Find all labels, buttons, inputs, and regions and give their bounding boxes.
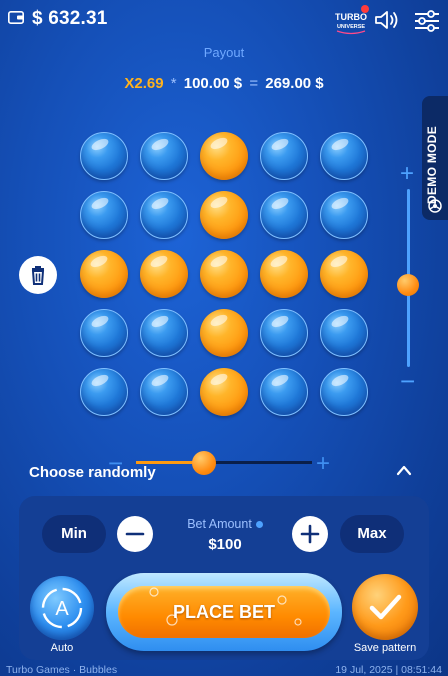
bubble-highlight <box>208 194 230 211</box>
orange-bubble[interactable] <box>140 250 188 298</box>
wallet-icon <box>8 11 24 24</box>
blue-bubble[interactable] <box>320 191 368 239</box>
bubble-highlight <box>269 372 291 389</box>
info-icon[interactable] <box>255 521 263 529</box>
blue-bubble[interactable] <box>260 368 308 416</box>
balance: $ 632.31 <box>32 8 108 29</box>
chevron-up-icon[interactable] <box>396 464 412 476</box>
choose-randomly-label[interactable]: Choose randomly <box>29 464 156 481</box>
demo-mode-icon <box>428 199 442 213</box>
auto-icon: A <box>41 587 83 629</box>
rows-decrease-button[interactable]: − <box>400 366 415 397</box>
svg-text:A: A <box>55 598 69 620</box>
payout-result: 269.00 $ <box>265 75 324 92</box>
payout-formula: X2.69 * 100.00 $ = 269.00 $ <box>0 75 448 92</box>
blue-bubble[interactable] <box>320 368 368 416</box>
rows-slider-handle[interactable] <box>397 274 419 296</box>
blue-bubble[interactable] <box>320 309 368 357</box>
blue-bubble[interactable] <box>80 368 128 416</box>
blue-bubble[interactable] <box>140 191 188 239</box>
blue-bubble[interactable] <box>140 132 188 180</box>
plus-icon <box>300 524 320 544</box>
orange-bubble[interactable] <box>200 368 248 416</box>
bubble-highlight <box>329 136 351 153</box>
random-count-decrease-button[interactable]: − <box>108 448 123 479</box>
minus-icon <box>125 532 145 536</box>
bubble-highlight <box>329 372 351 389</box>
save-pattern-label: Save pattern <box>353 642 417 654</box>
bubble-highlight <box>329 195 351 212</box>
blue-bubble[interactable] <box>320 132 368 180</box>
clear-pattern-button[interactable] <box>19 256 57 294</box>
bubble-highlight <box>149 313 171 330</box>
bubble-highlight <box>88 253 110 270</box>
blue-bubble[interactable] <box>80 309 128 357</box>
bubble-highlight <box>269 136 291 153</box>
demo-mode-tab[interactable]: DEMO MODE <box>422 96 448 220</box>
random-count-slider-handle[interactable] <box>192 451 216 475</box>
orange-bubble[interactable] <box>80 250 128 298</box>
bubble-highlight <box>89 136 111 153</box>
bet-amount-value[interactable]: $100 <box>160 536 290 553</box>
increase-bet-button[interactable] <box>292 516 328 552</box>
bubble-highlight <box>328 253 350 270</box>
bubble-highlight <box>89 195 111 212</box>
bubble-highlight <box>208 371 230 388</box>
bubble-highlight <box>149 136 171 153</box>
bubble-highlight <box>208 253 230 270</box>
orange-bubble[interactable] <box>200 191 248 239</box>
payout-multiplier: X2.69 <box>124 75 164 92</box>
bubble-highlight <box>89 372 111 389</box>
bubble-grid <box>80 132 368 422</box>
bubble-highlight <box>208 135 230 152</box>
blue-bubble[interactable] <box>260 309 308 357</box>
bubble-highlight <box>268 253 290 270</box>
blue-bubble[interactable] <box>260 191 308 239</box>
blue-bubble[interactable] <box>260 132 308 180</box>
bubble-highlight <box>149 372 171 389</box>
blue-bubble[interactable] <box>80 132 128 180</box>
random-count-increase-button[interactable]: + <box>316 450 330 478</box>
svg-text:TURBO: TURBO <box>335 12 367 22</box>
bubble-highlight <box>149 195 171 212</box>
blue-bubble[interactable] <box>80 191 128 239</box>
rows-increase-button[interactable]: + <box>400 160 414 188</box>
orange-bubble[interactable] <box>260 250 308 298</box>
bet-amount-label: Bet Amount <box>187 517 252 531</box>
payout-label: Payout <box>203 45 245 60</box>
bet-amount-label-row: Bet Amount <box>160 517 290 531</box>
sound-icon[interactable] <box>374 9 402 31</box>
checkmark-icon <box>369 594 402 620</box>
footer-game-name: Turbo Games · Bubbles <box>6 664 118 676</box>
bubble-highlight <box>89 313 111 330</box>
max-bet-button[interactable]: Max <box>340 515 404 553</box>
bubble-highlight <box>208 312 230 329</box>
decrease-bet-button[interactable] <box>117 516 153 552</box>
save-pattern-button[interactable] <box>352 574 418 640</box>
orange-bubble[interactable] <box>200 132 248 180</box>
footer-timestamp: 19 Jul, 2025 | 08:51:44 <box>335 664 442 676</box>
blue-bubble[interactable] <box>140 368 188 416</box>
bubble-highlight <box>329 313 351 330</box>
auto-play-label: Auto <box>50 642 74 654</box>
orange-bubble[interactable] <box>200 250 248 298</box>
trash-icon <box>31 266 45 285</box>
payout-bet: 100.00 $ <box>183 75 243 92</box>
blue-bubble[interactable] <box>140 309 188 357</box>
orange-bubble[interactable] <box>200 309 248 357</box>
bubble-highlight <box>269 195 291 212</box>
orange-bubble[interactable] <box>320 250 368 298</box>
payout-times-sign: * <box>170 75 177 92</box>
settings-menu-icon[interactable] <box>414 10 440 32</box>
notification-dot <box>361 5 369 13</box>
min-bet-button[interactable]: Min <box>42 515 106 553</box>
bubble-highlight <box>269 313 291 330</box>
svg-text:UNIVERSE: UNIVERSE <box>337 24 365 30</box>
payout-equals-sign: = <box>249 75 259 92</box>
bubble-highlight <box>148 253 170 270</box>
auto-play-button[interactable]: A <box>30 576 94 640</box>
bubble-decoration <box>149 587 302 626</box>
